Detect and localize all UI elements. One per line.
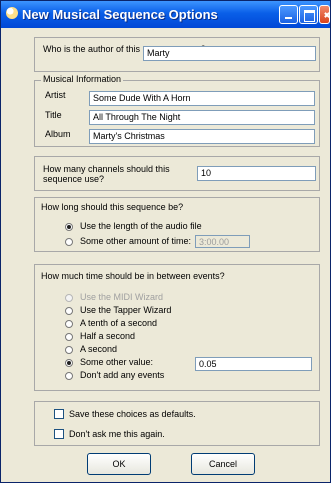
ok-button[interactable]: OK bbox=[87, 453, 151, 475]
album-label: Album bbox=[45, 129, 71, 139]
close-button[interactable] bbox=[319, 5, 330, 24]
dont-ask-checkbox[interactable] bbox=[54, 429, 64, 439]
author-field[interactable]: Marty bbox=[143, 46, 316, 61]
options-dialog: New Musical Sequence Options Who is the … bbox=[0, 0, 331, 483]
title-bar[interactable]: New Musical Sequence Options bbox=[1, 1, 330, 28]
minimize-button[interactable] bbox=[279, 5, 298, 24]
artist-label: Artist bbox=[45, 90, 66, 100]
other-time-field: 3:00.00 bbox=[195, 235, 250, 248]
cancel-button[interactable]: Cancel bbox=[191, 453, 255, 475]
channels-field[interactable]: 10 bbox=[197, 166, 316, 181]
save-defaults-label: Save these choices as defaults. bbox=[69, 409, 196, 419]
midi-wizard-radio bbox=[65, 294, 73, 302]
tenth-second-radio[interactable] bbox=[65, 320, 73, 328]
some-other-value-radio[interactable] bbox=[65, 359, 73, 367]
title-field[interactable]: All Through The Night bbox=[89, 110, 315, 125]
preferences-panel bbox=[34, 401, 320, 446]
no-events-label: Don't add any events bbox=[80, 370, 165, 380]
album-field[interactable]: Marty's Christmas bbox=[89, 129, 315, 144]
window-title: New Musical Sequence Options bbox=[22, 7, 218, 22]
artist-field[interactable]: Some Dude With A Horn bbox=[89, 91, 315, 106]
other-time-radio[interactable] bbox=[65, 238, 73, 246]
maximize-button[interactable] bbox=[299, 5, 318, 24]
midi-wizard-label: Use the MIDI Wizard bbox=[80, 292, 164, 302]
length-question: How long should this sequence be? bbox=[41, 202, 184, 212]
half-second-label: Half a second bbox=[80, 331, 136, 341]
tapper-wizard-label: Use the Tapper Wizard bbox=[80, 305, 172, 315]
tenth-second-label: A tenth of a second bbox=[80, 318, 158, 328]
use-audio-length-label: Use the length of the audio file bbox=[80, 221, 202, 231]
half-second-radio[interactable] bbox=[65, 333, 73, 341]
dont-ask-label: Don't ask me this again. bbox=[69, 429, 165, 439]
save-defaults-checkbox[interactable] bbox=[54, 409, 64, 419]
some-other-value-label: Some other value: bbox=[80, 357, 154, 367]
tapper-wizard-radio[interactable] bbox=[65, 307, 73, 315]
one-second-label: A second bbox=[80, 344, 118, 354]
other-value-field[interactable]: 0.05 bbox=[195, 357, 312, 371]
events-question: How much time should be in between event… bbox=[41, 271, 225, 281]
use-audio-length-radio[interactable] bbox=[65, 223, 73, 231]
musical-information-title: Musical Information bbox=[41, 74, 124, 84]
title-label: Title bbox=[45, 110, 62, 120]
one-second-radio[interactable] bbox=[65, 346, 73, 354]
events-panel bbox=[34, 264, 320, 391]
no-events-radio[interactable] bbox=[65, 372, 73, 380]
sequence-icon bbox=[6, 7, 18, 19]
other-time-label: Some other amount of time: bbox=[80, 236, 192, 246]
channels-question: How many channels should this sequence u… bbox=[43, 164, 170, 184]
